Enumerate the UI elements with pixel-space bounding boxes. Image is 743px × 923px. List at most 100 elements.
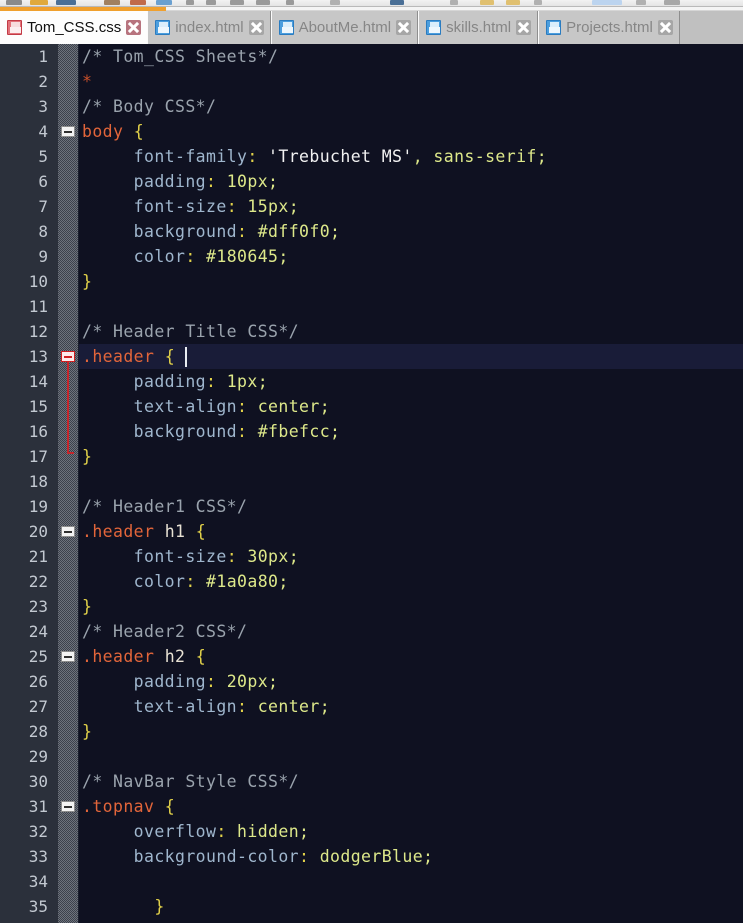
code-text: background: #dff0f0; bbox=[82, 222, 341, 241]
code-line[interactable]: 17} bbox=[0, 444, 743, 469]
toolbar-icon[interactable] bbox=[130, 0, 146, 5]
toolbar-icon[interactable] bbox=[286, 0, 294, 5]
line-number: 30 bbox=[28, 772, 48, 791]
tab-tom-css-css[interactable]: Tom_CSS.css bbox=[0, 11, 148, 44]
code-line[interactable]: 25 .header h2 { bbox=[0, 644, 743, 669]
code-line[interactable]: 23} bbox=[0, 594, 743, 619]
code-text: * bbox=[82, 72, 93, 91]
save-disk-icon bbox=[426, 20, 442, 35]
toolbar-icon[interactable] bbox=[256, 0, 270, 5]
code-text: /* Header Title CSS*/ bbox=[82, 322, 300, 341]
tab-projects-html[interactable]: Projects.html bbox=[538, 11, 680, 44]
code-text: text-align: center; bbox=[82, 697, 331, 716]
toolbar-icon[interactable] bbox=[230, 0, 244, 5]
code-text: } bbox=[82, 447, 93, 466]
code-text: } bbox=[82, 597, 93, 616]
line-number: 8 bbox=[38, 222, 48, 241]
line-number: 9 bbox=[38, 247, 48, 266]
code-line[interactable]: 21 font-size: 30px; bbox=[0, 544, 743, 569]
toolbar-icon[interactable] bbox=[534, 0, 542, 5]
code-text: body { bbox=[82, 122, 145, 141]
code-line[interactable]: 24 /* Header2 CSS*/ bbox=[0, 619, 743, 644]
fold-toggle-icon[interactable] bbox=[61, 651, 75, 662]
line-number: 3 bbox=[38, 97, 48, 116]
code-text: background: #fbefcc; bbox=[82, 422, 341, 441]
code-line[interactable]: 12 /* Header Title CSS*/ bbox=[0, 319, 743, 344]
code-line[interactable]: 22 color: #1a0a80; bbox=[0, 569, 743, 594]
fold-toggle-icon[interactable] bbox=[61, 801, 75, 812]
toolbar-icon[interactable] bbox=[206, 0, 216, 5]
toolbar-icon[interactable] bbox=[30, 0, 48, 5]
toolbar-icon[interactable] bbox=[330, 0, 340, 5]
line-number: 26 bbox=[28, 672, 48, 691]
code-line[interactable]: 16 background: #fbefcc; bbox=[0, 419, 743, 444]
code-text: font-size: 15px; bbox=[82, 197, 300, 216]
line-number: 1 bbox=[38, 47, 48, 66]
code-line[interactable]: 15 text-align: center; bbox=[0, 394, 743, 419]
code-line[interactable]: 28} bbox=[0, 719, 743, 744]
code-line[interactable]: 9 color: #180645; bbox=[0, 244, 743, 269]
code-line[interactable]: 18 bbox=[0, 469, 743, 494]
tab-close-button[interactable] bbox=[516, 20, 532, 35]
code-line[interactable]: 13 .header { bbox=[0, 344, 743, 369]
toolbar-icon[interactable] bbox=[104, 0, 120, 5]
code-text: font-family: 'Trebuchet MS', sans-serif; bbox=[82, 147, 548, 166]
code-line[interactable]: 32 overflow: hidden; bbox=[0, 819, 743, 844]
toolbar-icon[interactable] bbox=[506, 0, 520, 5]
tab-label: Tom_CSS.css bbox=[27, 18, 122, 36]
toolbar-icon[interactable] bbox=[156, 0, 172, 5]
fold-toggle-icon[interactable] bbox=[61, 526, 75, 537]
fold-toggle-icon[interactable] bbox=[61, 126, 75, 137]
toolbar-icon[interactable] bbox=[450, 0, 458, 5]
tab-skills-html[interactable]: skills.html bbox=[418, 11, 539, 44]
toolbar-icon[interactable] bbox=[56, 0, 76, 5]
code-line[interactable]: 20 .header h1 { bbox=[0, 519, 743, 544]
toolbar-icon[interactable] bbox=[664, 0, 680, 5]
code-line[interactable]: 27 text-align: center; bbox=[0, 694, 743, 719]
line-number: 21 bbox=[28, 547, 48, 566]
line-number: 13 bbox=[28, 347, 48, 366]
code-text: padding: 10px; bbox=[82, 172, 279, 191]
tab-close-button[interactable] bbox=[657, 20, 673, 35]
code-line[interactable]: 8 background: #dff0f0; bbox=[0, 219, 743, 244]
code-line[interactable]: 5 font-family: 'Trebuchet MS', sans-seri… bbox=[0, 144, 743, 169]
code-line[interactable]: 33 background-color: dodgerBlue; bbox=[0, 844, 743, 869]
code-line[interactable]: 10} bbox=[0, 269, 743, 294]
toolbar-icon[interactable] bbox=[6, 0, 22, 5]
tab-aboutme-html[interactable]: AboutMe.html bbox=[270, 11, 419, 44]
code-editor[interactable]: 1/* Tom_CSS Sheets*/2 * 3/* Body CSS*/4 bod… bbox=[0, 44, 743, 923]
code-line[interactable]: 26 padding: 20px; bbox=[0, 669, 743, 694]
toolbar-icon[interactable] bbox=[636, 0, 646, 5]
code-line[interactable]: 11 bbox=[0, 294, 743, 319]
fold-toggle-icon[interactable] bbox=[61, 351, 75, 362]
code-line[interactable]: 14 padding: 1px; bbox=[0, 369, 743, 394]
code-text: /* Header1 CSS*/ bbox=[82, 497, 248, 516]
line-number: 16 bbox=[28, 422, 48, 441]
code-line[interactable]: 3 /* Body CSS*/ bbox=[0, 94, 743, 119]
line-number: 28 bbox=[28, 722, 48, 741]
toolbar-icon[interactable] bbox=[592, 0, 622, 5]
tab-close-button[interactable] bbox=[396, 20, 412, 35]
tab-close-button[interactable] bbox=[248, 20, 264, 35]
toolbar-icon[interactable] bbox=[480, 0, 494, 5]
code-text: .header { bbox=[82, 347, 176, 366]
code-line[interactable]: 34 bbox=[0, 869, 743, 894]
toolbar-icon[interactable] bbox=[390, 0, 404, 5]
tab-close-button[interactable] bbox=[126, 20, 142, 35]
line-number: 32 bbox=[28, 822, 48, 841]
code-line[interactable]: 1 /* Tom_CSS Sheets*/ bbox=[0, 44, 743, 69]
code-line[interactable]: 19 /* Header1 CSS*/ bbox=[0, 494, 743, 519]
code-line[interactable]: 7 font-size: 15px; bbox=[0, 194, 743, 219]
code-line[interactable]: 4 body { bbox=[0, 119, 743, 144]
code-text: background-color: dodgerBlue; bbox=[82, 847, 434, 866]
toolbar-icon[interactable] bbox=[186, 0, 194, 5]
tab-index-html[interactable]: index.html bbox=[147, 11, 271, 44]
code-line[interactable]: 31 .topnav { bbox=[0, 794, 743, 819]
code-line[interactable]: 6 padding: 10px; bbox=[0, 169, 743, 194]
code-line[interactable]: 29 bbox=[0, 744, 743, 769]
code-line[interactable]: 30 /* NavBar Style CSS*/ bbox=[0, 769, 743, 794]
code-line[interactable]: 2 * bbox=[0, 69, 743, 94]
line-number: 24 bbox=[28, 622, 48, 641]
code-line[interactable]: 35 } bbox=[0, 894, 743, 919]
line-number: 27 bbox=[28, 697, 48, 716]
